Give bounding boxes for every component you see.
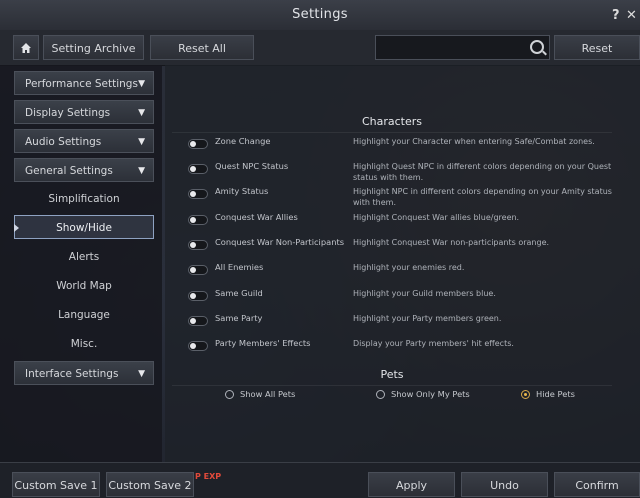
help-icon[interactable]: ? <box>612 8 620 23</box>
sidebar-item-label: World Map <box>56 280 112 292</box>
setting-archive-button[interactable]: Setting Archive <box>43 35 144 60</box>
radio-dot <box>225 390 234 399</box>
toggle-switch[interactable] <box>188 291 208 301</box>
custom-save-1-button[interactable]: Custom Save 1 <box>12 472 100 497</box>
option-name: Party Members' Effects <box>215 338 311 348</box>
option-name: Same Guild <box>215 288 263 298</box>
sidebar-item[interactable]: Audio Settings ▼ <box>14 129 154 153</box>
option-description: Highlight your Guild members blue. <box>353 289 496 298</box>
toggle-switch[interactable] <box>188 189 208 199</box>
option-description: Highlight Conquest War non-participants … <box>353 238 550 247</box>
chevron-down-icon: ▼ <box>138 137 145 147</box>
pets-radio-group: Show All Pets Show Only My Pets Hide Pet… <box>172 389 612 405</box>
radio-label: Show Only My Pets <box>391 389 470 399</box>
window-title: Settings <box>292 7 348 22</box>
pets-heading: Pets <box>172 365 612 386</box>
home-icon <box>21 43 31 53</box>
option-description: Highlight NPC in different colors depend… <box>353 187 612 207</box>
sidebar-item-label: Audio Settings <box>25 136 102 148</box>
chevron-down-icon: ▼ <box>138 166 145 176</box>
option-row: Quest NPC Status Highlight Quest NPC in d… <box>172 157 612 182</box>
characters-heading: Characters <box>172 112 612 133</box>
reset-button[interactable]: Reset <box>554 35 640 60</box>
option-description: Highlight Conquest War allies blue/green… <box>353 213 520 222</box>
toggle-switch[interactable] <box>188 341 208 351</box>
option-row: All Enemies Highlight your enemies red. <box>172 258 612 282</box>
sidebar-item[interactable]: Show/Hide <box>14 215 154 239</box>
sidebar-item[interactable]: Performance Settings ▼ <box>14 71 154 95</box>
radio-show-all-pets[interactable]: Show All Pets <box>225 389 295 399</box>
sidebar-item[interactable]: Simplification <box>14 187 154 211</box>
option-row: Zone Change Highlight your Character when… <box>172 132 612 156</box>
option-name: Zone Change <box>215 136 271 146</box>
radio-show-only-my-pets[interactable]: Show Only My Pets <box>376 389 470 399</box>
exp-icon: P EXP <box>195 472 222 481</box>
option-name: Same Party <box>215 313 263 323</box>
search-icon[interactable] <box>530 40 544 54</box>
chevron-down-icon: ▼ <box>138 369 145 379</box>
toggle-switch[interactable] <box>188 139 208 149</box>
settings-window: Settings ? ✕ Setting Archive Reset All R… <box>0 0 640 498</box>
option-description: Highlight your Character when entering S… <box>353 137 595 146</box>
sidebar-item-label: Show/Hide <box>56 222 112 234</box>
option-description: Highlight your Party members green. <box>353 314 502 323</box>
radio-label: Show All Pets <box>240 389 296 399</box>
option-name: All Enemies <box>215 262 264 272</box>
sidebar-item[interactable]: Interface Settings ▼ <box>14 361 154 385</box>
apply-button[interactable]: Apply <box>368 472 455 497</box>
chevron-down-icon: ▼ <box>138 108 145 118</box>
radio-dot <box>521 390 530 399</box>
sidebar-item-label: Language <box>58 309 110 321</box>
option-row: Conquest War Non-Participants Highlight C… <box>172 233 612 257</box>
option-name: Amity Status <box>215 186 269 196</box>
radio-hide-pets[interactable]: Hide Pets <box>521 389 575 399</box>
custom-save-2-button[interactable]: Custom Save 2 <box>106 472 194 497</box>
option-description: Highlight your enemies red. <box>353 263 465 272</box>
search-input[interactable] <box>375 35 550 60</box>
confirm-button[interactable]: Confirm <box>554 472 640 497</box>
radio-dot <box>376 390 385 399</box>
option-row: Amity Status Highlight NPC in different c… <box>172 182 612 207</box>
toggle-switch[interactable] <box>188 164 208 174</box>
option-row: Same Party Highlight your Party members g… <box>172 309 612 333</box>
option-row: Conquest War Allies Highlight Conquest Wa… <box>172 208 612 232</box>
toggle-switch[interactable] <box>188 240 208 250</box>
close-icon[interactable]: ✕ <box>626 8 637 23</box>
sidebar-item-label: Display Settings <box>25 107 111 119</box>
sidebar-item-label: Simplification <box>48 193 120 205</box>
sidebar-item-label: Misc. <box>70 338 98 350</box>
reset-all-button[interactable]: Reset All <box>150 35 254 60</box>
sidebar-item[interactable]: World Map <box>14 274 154 298</box>
sidebar-item-label: Interface Settings <box>25 368 119 380</box>
option-name: Conquest War Allies <box>215 212 298 222</box>
title-bar: Settings ? ✕ <box>0 0 640 31</box>
option-description: Display your Party members' hit effects. <box>353 339 514 348</box>
chevron-down-icon: ▼ <box>138 79 145 89</box>
option-row: Same Guild Highlight your Guild members b… <box>172 284 612 308</box>
sidebar-item-label: Alerts <box>68 251 100 263</box>
sidebar-item[interactable]: Misc. <box>14 332 154 356</box>
toggle-switch[interactable] <box>188 215 208 225</box>
home-button[interactable] <box>13 35 39 60</box>
option-description: Highlight Quest NPC in different colors … <box>353 162 612 182</box>
sidebar-item[interactable]: General Settings ▼ <box>14 158 154 182</box>
sidebar-item[interactable]: Alerts <box>14 245 154 269</box>
toggle-switch[interactable] <box>188 316 208 326</box>
toggle-switch[interactable] <box>188 265 208 275</box>
option-row: Party Members' Effects Display your Party… <box>172 334 612 358</box>
sidebar-item-label: General Settings <box>25 165 113 177</box>
radio-label: Hide Pets <box>536 389 575 399</box>
undo-button[interactable]: Undo <box>461 472 548 497</box>
option-name: Conquest War Non-Participants <box>215 237 345 247</box>
sidebar-item[interactable]: Language <box>14 303 154 327</box>
sidebar-item-label: Performance Settings <box>25 78 138 90</box>
sidebar-item[interactable]: Display Settings ▼ <box>14 100 154 124</box>
option-name: Quest NPC Status <box>215 161 289 171</box>
